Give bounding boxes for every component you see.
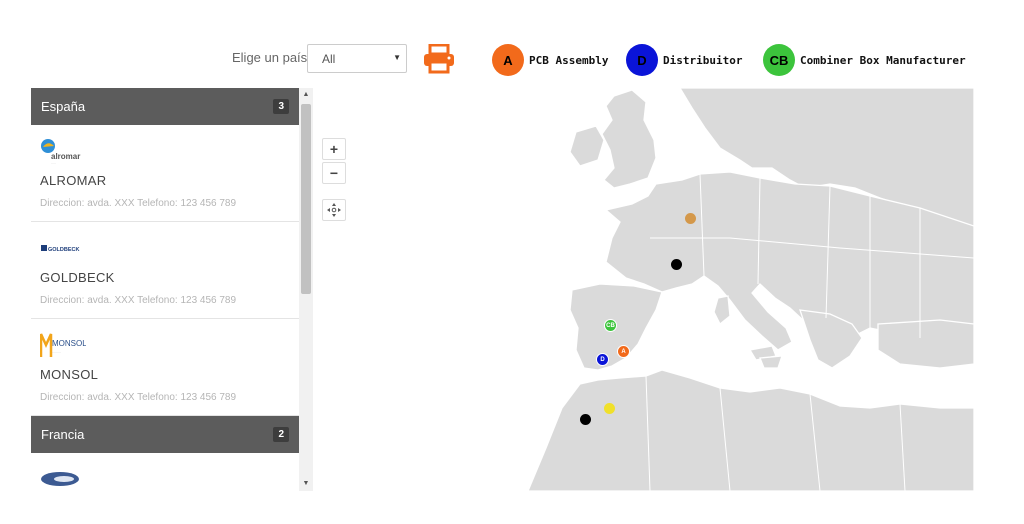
group-header-francia[interactable]: Francia 2 — [31, 416, 299, 453]
company-name: ALROMAR — [40, 173, 107, 188]
zoom-in-button[interactable]: + — [322, 138, 346, 160]
legend-label: Distribuitor — [663, 53, 743, 67]
legend-distributor: D Distribuitor — [626, 44, 742, 76]
svg-text:MONSOL: MONSOL — [52, 339, 86, 348]
map-marker-black[interactable] — [671, 259, 682, 270]
company-address: Direccion: avda. XXX Telefono: 123 456 7… — [40, 295, 237, 306]
company-item-alromar[interactable]: alromar ····· ALROMAR Direccion: avda. X… — [31, 125, 299, 222]
scrollbar-thumb[interactable] — [301, 104, 311, 294]
group-name: Francia — [41, 427, 85, 442]
map-marker-cb[interactable]: CB — [604, 319, 617, 332]
map-land-shapes — [527, 88, 974, 491]
company-item-goldbeck[interactable]: GOLDBECK GOLDBECK Direccion: avda. XXX T… — [31, 222, 299, 319]
company-name: GOLDBECK — [40, 270, 115, 285]
legend-marker-cb: CB — [763, 44, 795, 76]
legend-combiner-box: CB Combiner Box Manufacturer — [763, 44, 966, 76]
group-name: España — [41, 99, 86, 114]
svg-text:GOLDBECK: GOLDBECK — [48, 247, 80, 253]
legend-marker-d: D — [626, 44, 658, 76]
zoom-out-button[interactable]: − — [322, 162, 346, 184]
company-logo — [40, 465, 290, 491]
legend-marker-a: A — [492, 44, 524, 76]
svg-text:alromar: alromar — [51, 152, 80, 161]
company-address: Direccion: avda. XXX Telefono: 123 456 7… — [40, 392, 237, 403]
legend-pcb-assembly: A PCB Assembly — [492, 44, 608, 76]
map-marker-orange[interactable] — [685, 213, 696, 224]
company-name: MONSOL — [40, 367, 99, 382]
map-marker-yellow[interactable] — [604, 403, 615, 414]
legend-label: Combiner Box Manufacturer — [800, 53, 966, 67]
country-select-value: All — [322, 52, 336, 66]
goldbeck-logo: GOLDBECK — [40, 234, 290, 262]
company-address: Direccion: avda. XXX Telefono: 123 456 7… — [40, 198, 237, 209]
group-count-badge: 2 — [273, 427, 289, 442]
country-select[interactable]: All ▼ — [307, 44, 407, 73]
scroll-down-arrow-icon[interactable]: ▼ — [299, 477, 313, 491]
group-header-espana[interactable]: España 3 — [31, 88, 299, 125]
scroll-up-arrow-icon[interactable]: ▲ — [299, 88, 313, 102]
europe-map[interactable] — [400, 88, 974, 491]
reset-view-button[interactable] — [322, 199, 346, 221]
company-list-panel: España 3 alromar ····· ALROMAR Direccion… — [31, 88, 299, 491]
caret-down-icon: ▼ — [393, 53, 401, 62]
map-marker-d[interactable]: D — [596, 353, 609, 366]
company-item-partial[interactable] — [31, 453, 299, 491]
move-icon — [327, 203, 341, 217]
monsol-logo: MONSOL ········· — [40, 331, 290, 359]
svg-text:·········: ········· — [52, 350, 61, 354]
alromar-logo: alromar ····· — [40, 137, 290, 165]
svg-text:·····: ····· — [51, 161, 56, 165]
group-count-badge: 3 — [273, 99, 289, 114]
country-filter-label: Elige un país — [232, 50, 308, 65]
company-item-monsol[interactable]: MONSOL ········· MONSOL Direccion: avda.… — [31, 319, 299, 416]
map-marker-a[interactable]: A — [617, 345, 630, 358]
legend-label: PCB Assembly — [529, 53, 609, 67]
printer-icon[interactable] — [422, 44, 456, 74]
map-marker-black[interactable] — [580, 414, 591, 425]
sidebar-scrollbar[interactable]: ▲ ▼ — [299, 88, 313, 491]
